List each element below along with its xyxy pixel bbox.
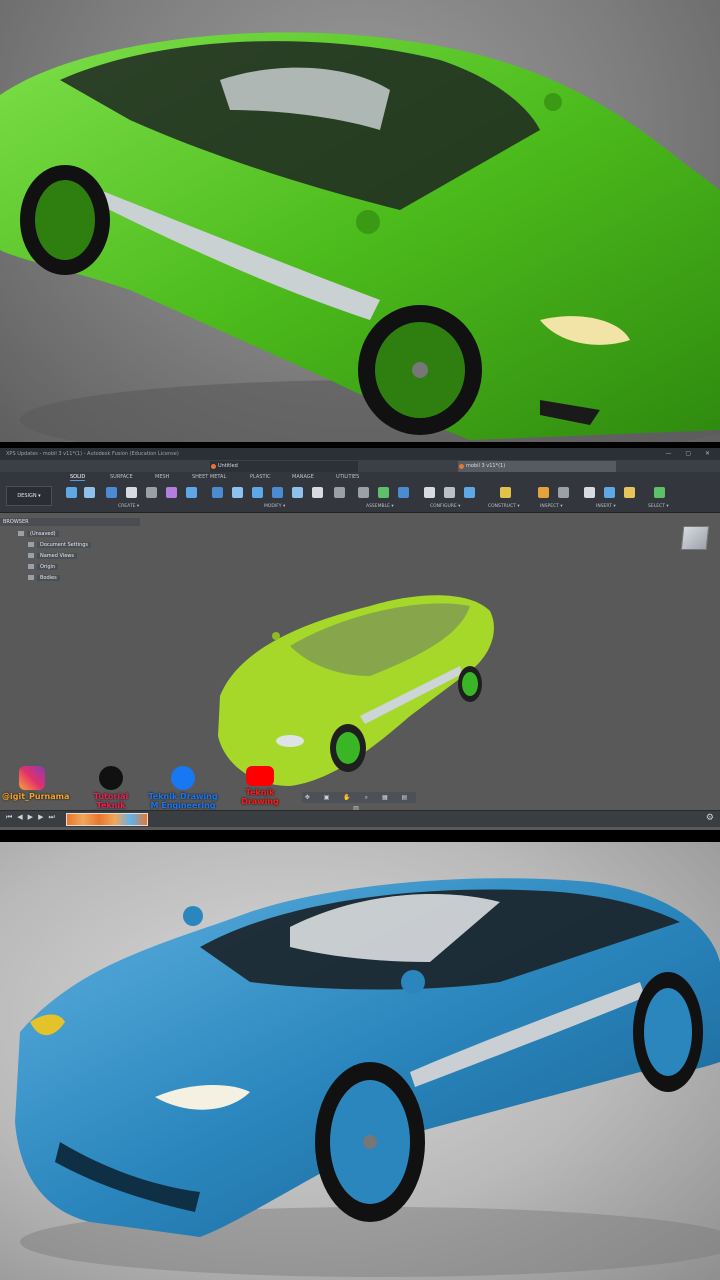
tree-label: Origin <box>37 564 59 570</box>
offset-plane-icon[interactable] <box>500 487 511 498</box>
instagram-link[interactable]: @igit_Purnama <box>2 766 70 801</box>
browser-item-document-settings[interactable]: Document Settings <box>28 541 92 549</box>
timeline: ⏮◀▶▶⏭ ⚙ <box>0 810 720 827</box>
facebook-link[interactable]: Teknik Drawing M Engineering <box>144 766 222 810</box>
youtube-icon <box>246 766 274 786</box>
window-title: XPS Updates - mobil 3 v11*(1) - Autodesk… <box>6 451 179 457</box>
facebook-icon <box>171 766 195 790</box>
pattern-icon[interactable] <box>146 487 157 498</box>
combine-icon[interactable] <box>272 487 283 498</box>
tab-label: Untitled <box>218 463 238 469</box>
blue-car-render <box>15 878 720 1277</box>
move-icon[interactable] <box>312 487 323 498</box>
tab-manage[interactable]: MANAGE <box>292 474 314 480</box>
chamfer-icon[interactable] <box>232 487 243 498</box>
shell-icon[interactable] <box>252 487 263 498</box>
extrude-icon[interactable] <box>84 487 95 498</box>
toolbar-ribbon: DESIGN ▾ CREATE ▾ MODIFY ▾ ASSEMBLE ▾ CO… <box>0 482 720 513</box>
separator <box>0 830 720 842</box>
group-construct[interactable]: CONSTRUCT ▾ <box>488 504 520 509</box>
fusion-logo-icon <box>459 464 464 469</box>
tree-label: (Unsaved) <box>27 531 59 537</box>
window-controls[interactable]: — ▢ ✕ <box>665 448 716 460</box>
select-icon[interactable] <box>654 487 665 498</box>
group-inspect[interactable]: INSPECT ▾ <box>540 504 563 509</box>
social-label: Teknik Drawing <box>241 788 279 806</box>
component-icon <box>18 531 24 536</box>
revolve-icon[interactable] <box>106 487 117 498</box>
instagram-icon <box>19 766 45 790</box>
tab-sheet-metal[interactable]: SHEET METAL <box>192 474 226 480</box>
ribbon-tabs: SOLID SURFACE MESH SHEET METAL PLASTIC M… <box>0 472 720 482</box>
form-icon[interactable] <box>166 487 177 498</box>
folder-icon <box>28 564 34 569</box>
timeline-playback-controls[interactable]: ⏮◀▶▶⏭ <box>6 813 60 822</box>
group-assemble[interactable]: ASSEMBLE ▾ <box>366 504 394 509</box>
tree-label: Bodies <box>37 575 60 581</box>
group-select[interactable]: SELECT ▾ <box>648 504 669 509</box>
tab-mobil-3[interactable]: mobil 3 v11*(1) <box>458 461 616 472</box>
create-sketch-icon[interactable] <box>66 487 77 498</box>
configure-table-icon[interactable] <box>444 487 455 498</box>
workspace-switcher[interactable]: DESIGN ▾ <box>6 486 52 506</box>
configure-icon[interactable] <box>464 487 475 498</box>
folder-icon <box>28 553 34 558</box>
social-label: @igit_Purnama <box>2 792 70 801</box>
document-tabs: Untitled mobil 3 v11*(1) <box>0 460 720 472</box>
press-pull-icon[interactable] <box>212 487 223 498</box>
insert-mesh-icon[interactable] <box>624 487 635 498</box>
measure-icon[interactable] <box>538 487 549 498</box>
tab-plastic[interactable]: PLASTIC <box>250 474 271 480</box>
tiktok-icon <box>99 766 123 790</box>
bottom-render-image <box>0 842 720 1280</box>
folder-icon <box>28 575 34 580</box>
group-insert[interactable]: INSERT ▾ <box>596 504 616 509</box>
tab-utilities[interactable]: UTILITIES <box>336 474 359 480</box>
car-model-viewport[interactable] <box>200 576 510 796</box>
insert-image-icon[interactable] <box>604 487 615 498</box>
group-configure[interactable]: CONFIGURE ▾ <box>430 504 460 509</box>
viewcube[interactable] <box>680 526 710 550</box>
tree-label: Document Settings <box>37 542 92 548</box>
parameters-icon[interactable] <box>424 487 435 498</box>
interference-icon[interactable] <box>558 487 569 498</box>
tree-label: Named Views <box>37 553 77 559</box>
green-car-render <box>0 32 720 442</box>
browser-item-root[interactable]: (Unsaved) <box>18 530 59 538</box>
browser-item-bodies[interactable]: Bodies <box>28 574 60 582</box>
navigation-bar[interactable]: ✥ ▣ ✋ ⌕ ▦ ▤ ▥ <box>302 792 416 812</box>
group-create[interactable]: CREATE ▾ <box>118 504 139 509</box>
new-component-icon[interactable] <box>378 487 389 498</box>
hole-icon[interactable] <box>126 487 137 498</box>
top-render-image <box>0 0 720 442</box>
tab-solid[interactable]: SOLID <box>70 474 86 481</box>
timeline-features[interactable] <box>66 813 148 826</box>
as-built-joint-icon[interactable] <box>398 487 409 498</box>
youtube-link[interactable]: Teknik Drawing <box>226 766 294 806</box>
align-icon[interactable] <box>334 487 345 498</box>
fusion-logo-icon <box>211 464 216 469</box>
tab-label: mobil 3 v11*(1) <box>466 463 506 469</box>
fusion-app-window: XPS Updates - mobil 3 v11*(1) - Autodesk… <box>0 448 720 830</box>
tab-surface[interactable]: SURFACE <box>110 474 133 480</box>
tab-untitled[interactable]: Untitled <box>210 461 358 472</box>
gear-icon <box>28 542 34 547</box>
group-modify[interactable]: MODIFY ▾ <box>264 504 285 509</box>
fillet-icon[interactable] <box>186 487 197 498</box>
gear-icon[interactable]: ⚙ <box>706 813 714 823</box>
insert-derive-icon[interactable] <box>584 487 595 498</box>
browser-item-named-views[interactable]: Named Views <box>28 552 77 560</box>
browser-item-origin[interactable]: Origin <box>28 563 59 571</box>
browser-header[interactable]: BROWSER <box>0 518 140 526</box>
scale-icon[interactable] <box>292 487 303 498</box>
social-label: Teknik Drawing M Engineering <box>148 792 218 810</box>
tab-mesh[interactable]: MESH <box>155 474 169 480</box>
title-bar: XPS Updates - mobil 3 v11*(1) - Autodesk… <box>0 448 720 460</box>
joint-icon[interactable] <box>358 487 369 498</box>
